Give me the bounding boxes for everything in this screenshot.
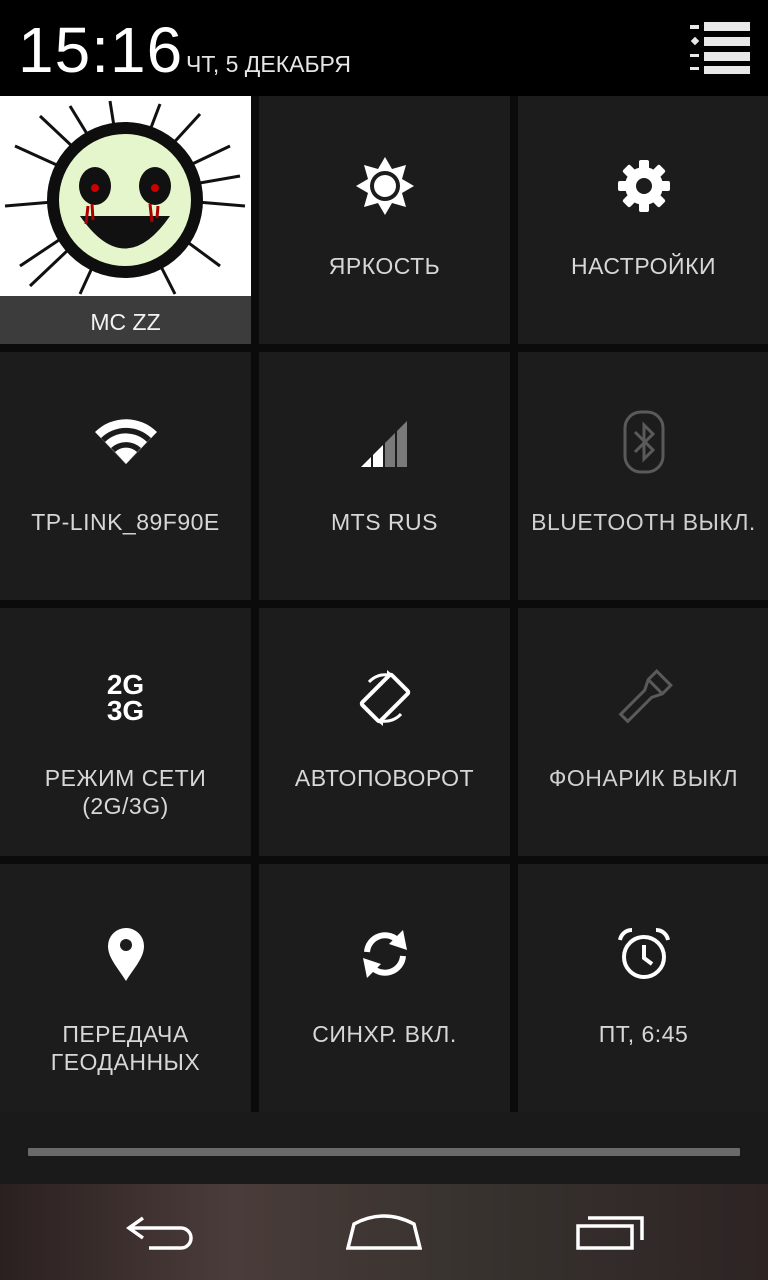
network-mode-icon: 2G 3G [94, 666, 158, 730]
sync-label: СИНХР. ВКЛ. [312, 1021, 457, 1047]
signal-icon [353, 410, 417, 474]
flashlight-label: ФОНАРИК ВЫКЛ [548, 765, 739, 791]
bluetooth-icon [612, 410, 676, 474]
bluetooth-label: BLUETOOTH ВЫКЛ. [531, 509, 756, 535]
location-tile[interactable]: ПЕРЕДАЧА ГЕОДАННЫХ [0, 864, 251, 1112]
gear-icon [612, 154, 676, 218]
brightness-icon [353, 154, 417, 218]
avatar [0, 96, 251, 296]
autorotate-tile[interactable]: АВТОПОВОРОТ [259, 608, 510, 856]
sync-tile[interactable]: СИНХР. ВКЛ. [259, 864, 510, 1112]
home-icon[interactable] [336, 1202, 432, 1262]
brightness-tile[interactable]: ЯРКОСТЬ [259, 96, 510, 344]
settings-tile[interactable]: НАСТРОЙКИ [518, 96, 768, 344]
flashlight-icon [612, 666, 676, 730]
mobile-data-tile[interactable]: MTS RUS [259, 352, 510, 600]
location-label-line1: ПЕРЕДАЧА [62, 1021, 189, 1047]
rotate-icon [353, 666, 417, 730]
location-label-line2: ГЕОДАННЫХ [50, 1049, 201, 1075]
location-label: ПЕРЕДАЧА ГЕОДАННЫХ [0, 1020, 251, 1076]
clock[interactable]: 15:16 [18, 10, 183, 90]
back-icon[interactable] [112, 1202, 208, 1262]
settings-label: НАСТРОЙКИ [570, 253, 717, 279]
wifi-tile[interactable]: TP-LINK_89F90E [0, 352, 251, 600]
panel-drag-area[interactable] [0, 1112, 768, 1184]
location-pin-icon [94, 922, 158, 986]
flashlight-tile[interactable]: ФОНАРИК ВЫКЛ [518, 608, 768, 856]
mobile-label: MTS RUS [331, 509, 438, 535]
recents-icon[interactable] [562, 1202, 658, 1262]
alarm-label: ПТ, 6:45 [598, 1021, 689, 1047]
autorotate-label: АВТОПОВОРОТ [294, 765, 475, 791]
drag-handle[interactable] [28, 1148, 740, 1156]
quick-settings-grid: MC ZZ ЯРКОСТЬ НАСТРОЙКИ TP-LINK_89F90E M… [0, 96, 768, 1112]
sync-icon [353, 922, 417, 986]
network-mode-label: РЕЖИМ СЕТИ (2G/3G) [0, 764, 251, 820]
user-name: MC ZZ [0, 296, 251, 344]
network-mode-label-line2: (2G/3G) [82, 793, 169, 819]
network-mode-tile[interactable]: 2G 3G РЕЖИМ СЕТИ (2G/3G) [0, 608, 251, 856]
user-tile[interactable]: MC ZZ [0, 96, 251, 344]
status-header: 15:16 ЧТ, 5 ДЕКАБРЯ [0, 0, 768, 96]
network-mode-label-line1: РЕЖИМ СЕТИ [44, 765, 207, 791]
brightness-label: ЯРКОСТЬ [328, 253, 441, 279]
wifi-label: TP-LINK_89F90E [31, 509, 220, 535]
notification-list-icon[interactable] [688, 20, 750, 76]
alarm-tile[interactable]: ПТ, 6:45 [518, 864, 768, 1112]
wifi-icon [94, 410, 158, 474]
bluetooth-tile[interactable]: BLUETOOTH ВЫКЛ. [518, 352, 768, 600]
alarm-clock-icon [612, 922, 676, 986]
navigation-bar [0, 1184, 768, 1280]
network-mode-3g: 3G [106, 695, 145, 726]
date[interactable]: ЧТ, 5 ДЕКАБРЯ [186, 50, 351, 78]
